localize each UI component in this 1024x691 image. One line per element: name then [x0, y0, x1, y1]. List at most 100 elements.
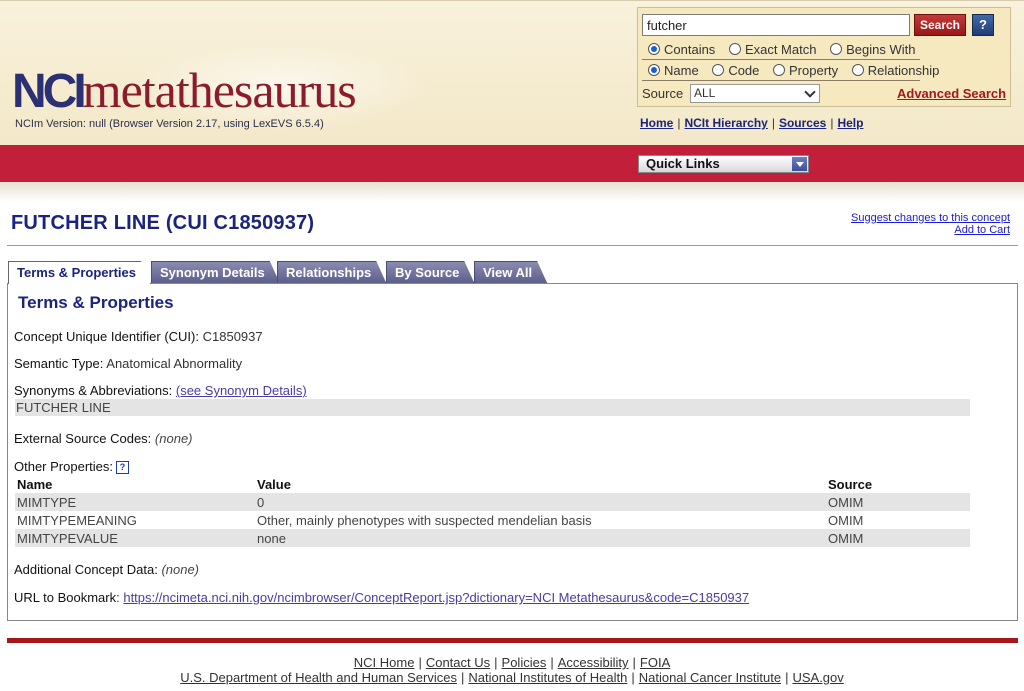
- search-button[interactable]: Search: [914, 14, 966, 36]
- footer-row-1: NCI Home | Contact Us | Policies | Accessibili…: [353, 655, 671, 670]
- option-label: Property: [789, 63, 839, 78]
- concept-title: FUTCHER LINE (CUI C1850937): [11, 212, 315, 234]
- column-header-source: Source: [828, 477, 873, 492]
- red-nav-band: [0, 145, 1024, 182]
- quick-links-label: Quick Links: [646, 156, 720, 171]
- concept-actions: Suggest changes to this concept Add to C…: [851, 212, 1010, 236]
- semantic-type-label: Semantic Type:: [14, 356, 104, 371]
- external-codes-field: External Source Codes: (none): [14, 431, 193, 446]
- info-icon[interactable]: ?: [116, 461, 129, 474]
- match-option-contains[interactable]: Contains: [648, 42, 715, 57]
- footer: NCI Home | Contact Us | Policies | Accessibili…: [0, 655, 1024, 685]
- search-input[interactable]: [642, 14, 910, 36]
- footer-usagov-link[interactable]: USA.gov: [792, 670, 843, 685]
- option-label: Relationship: [867, 63, 940, 78]
- additional-data-field: Additional Concept Data: (none): [14, 562, 199, 577]
- quick-links-dropdown[interactable]: Quick Links: [638, 155, 809, 173]
- panel-title: Terms & Properties: [18, 293, 174, 312]
- add-to-cart-link[interactable]: Add to Cart: [851, 224, 1010, 236]
- source-label: Source: [642, 86, 684, 101]
- option-label: Contains: [664, 42, 716, 57]
- match-option-begins[interactable]: Begins With: [830, 42, 915, 57]
- table-row: MIMTYPEMEANING Other, mainly phenotypes …: [15, 511, 970, 529]
- source-select[interactable]: ALL: [690, 84, 820, 103]
- source-value: ALL: [694, 86, 716, 100]
- column-header-name: Name: [17, 477, 53, 492]
- advanced-search-link[interactable]: Advanced Search: [897, 86, 1006, 101]
- footer-policies-link[interactable]: Policies: [502, 655, 547, 670]
- chevron-down-icon: [792, 157, 807, 171]
- synonyms-label: Synonyms & Abbreviations:: [14, 383, 173, 398]
- search-panel: Search ? Contains Exact Match Begins Wit…: [637, 7, 1011, 107]
- top-nav: Home | NCIt Hierarchy | Sources | Help: [640, 116, 864, 130]
- nav-sources-link[interactable]: Sources: [779, 116, 826, 130]
- target-options: Name Code Property Relationship: [648, 63, 949, 78]
- suggest-changes-link[interactable]: Suggest changes to this concept: [851, 212, 1010, 224]
- other-properties-label: Other Properties:: [14, 459, 113, 474]
- additional-data-label: Additional Concept Data:: [14, 562, 158, 577]
- radio-icon: [712, 64, 725, 76]
- property-source: OMIM: [826, 493, 970, 511]
- option-label: Code: [728, 63, 760, 78]
- tab-terms-properties[interactable]: Terms & Properties: [8, 261, 151, 284]
- additional-data-value: (none): [161, 562, 200, 577]
- cui-field: Concept Unique Identifier (CUI): C185093…: [14, 329, 263, 344]
- synonym-row: FUTCHER LINE: [15, 399, 970, 416]
- radio-icon: [648, 43, 660, 55]
- option-label: Name: [664, 63, 699, 78]
- properties-table: Name Value Source MIMTYPE 0 OMIM MIMTYPE…: [15, 476, 970, 547]
- options-divider: [642, 59, 920, 60]
- match-options: Contains Exact Match Begins With: [648, 42, 925, 57]
- footer-nci-link[interactable]: National Cancer Institute: [639, 670, 781, 685]
- nci-metathesaurus-logo[interactable]: NCImetathesaurus: [12, 65, 357, 118]
- logo-prefix: NCI: [12, 65, 87, 118]
- radio-icon: [773, 64, 786, 76]
- property-value: 0: [255, 493, 826, 511]
- synonyms-field: Synonyms & Abbreviations: (see Synonym D…: [14, 383, 307, 398]
- table-row: MIMTYPE 0 OMIM: [15, 493, 970, 511]
- tab-relationships[interactable]: Relationships: [277, 261, 386, 283]
- radio-icon: [728, 43, 741, 55]
- semantic-type-value: Anatomical Abnormality: [106, 356, 243, 371]
- tab-by-source[interactable]: By Source: [386, 261, 474, 283]
- radio-icon: [648, 64, 660, 76]
- tab-view-all[interactable]: View All: [474, 261, 547, 283]
- site-header: NCImetathesaurus NCIm Version: null (Bro…: [0, 0, 1024, 145]
- property-name: MIMTYPEVALUE: [15, 529, 255, 547]
- tab-synonym-details[interactable]: Synonym Details: [151, 261, 280, 283]
- target-option-code[interactable]: Code: [712, 63, 759, 78]
- property-name: MIMTYPEMEANING: [17, 512, 137, 528]
- footer-accessibility-link[interactable]: Accessibility: [558, 655, 629, 670]
- nav-home-link[interactable]: Home: [640, 116, 673, 130]
- options-divider: [642, 80, 920, 81]
- footer-contact-link[interactable]: Contact Us: [426, 655, 490, 670]
- footer-nci-home-link[interactable]: NCI Home: [354, 655, 415, 670]
- match-option-exact[interactable]: Exact Match: [728, 42, 817, 57]
- semantic-type-field: Semantic Type: Anatomical Abnormality: [14, 356, 242, 371]
- property-value: none: [255, 529, 826, 547]
- footer-foia-link[interactable]: FOIA: [640, 655, 670, 670]
- bookmark-url-field: URL to Bookmark: https://ncimeta.nci.nih…: [14, 590, 750, 605]
- see-synonym-details-link[interactable]: (see Synonym Details): [176, 383, 307, 398]
- target-option-relationship[interactable]: Relationship: [851, 63, 940, 78]
- cui-value: C1850937: [202, 329, 263, 344]
- help-icon[interactable]: ?: [972, 14, 994, 36]
- version-text: NCIm Version: null (Browser Version 2.17…: [15, 118, 324, 130]
- footer-hhs-link[interactable]: U.S. Department of Health and Human Serv…: [180, 670, 457, 685]
- table-row: MIMTYPEVALUE none OMIM: [15, 529, 970, 547]
- bookmark-url-link[interactable]: https://ncimeta.nci.nih.gov/ncimbrowser/…: [123, 590, 749, 605]
- chevron-down-icon: [804, 86, 816, 98]
- target-option-name[interactable]: Name: [648, 63, 699, 78]
- nav-help-link[interactable]: Help: [837, 116, 863, 130]
- cui-label: Concept Unique Identifier (CUI):: [14, 329, 199, 344]
- option-label: Exact Match: [744, 42, 817, 57]
- nav-ncit-hierarchy-link[interactable]: NCIt Hierarchy: [684, 116, 767, 130]
- terms-properties-panel: Terms & Properties Concept Unique Identi…: [7, 283, 1018, 621]
- footer-divider: [7, 638, 1018, 643]
- target-option-property[interactable]: Property: [773, 63, 838, 78]
- other-properties-field: Other Properties:?: [14, 459, 129, 474]
- property-source: OMIM: [828, 512, 864, 528]
- footer-nih-link[interactable]: National Institutes of Health: [468, 670, 627, 685]
- title-divider: [7, 245, 1018, 246]
- footer-row-2: U.S. Department of Health and Human Serv…: [180, 670, 844, 685]
